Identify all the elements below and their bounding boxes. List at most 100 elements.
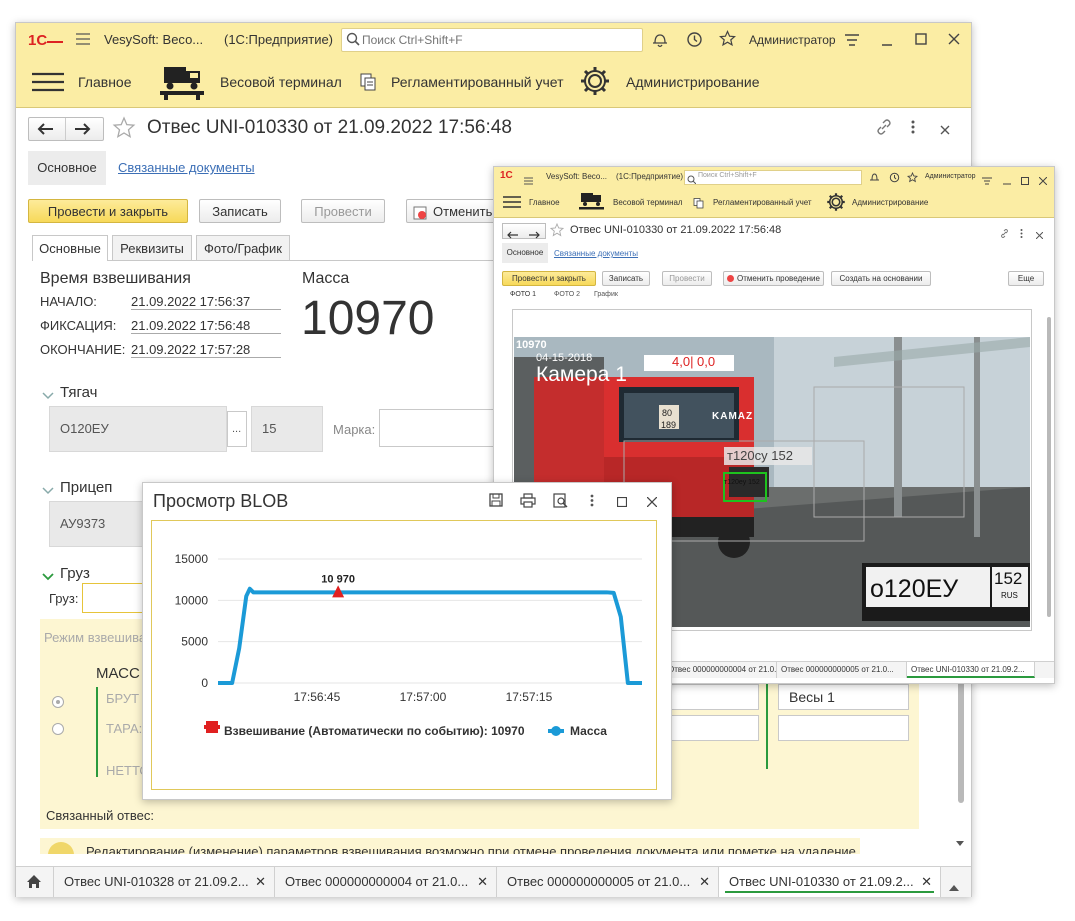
tab-photo-chart[interactable]: Фото/График [196,235,290,261]
minimize-icon[interactable] [1003,173,1011,188]
tractor-plate-field[interactable]: О120ЕУ [49,406,227,452]
trailer-chevron-icon[interactable] [42,483,54,498]
section-weighing-terminal[interactable]: Весовой терминал [156,63,356,101]
link-icon[interactable] [876,119,892,138]
trailer-plate-field[interactable]: АУ9373 [49,501,144,547]
section-administration[interactable]: Администрирование [852,198,928,207]
post-button[interactable]: Провести [662,271,712,286]
tractor-chevron-icon[interactable] [42,388,54,403]
tab-photo-2[interactable]: ФОТО 2 [554,291,580,298]
scroll-down-icon[interactable] [956,835,964,850]
search-input[interactable] [342,29,642,51]
minimize-icon[interactable] [881,33,893,50]
forward-arrow-icon[interactable] [529,227,540,242]
cancel-posting-button[interactable]: Отменить [406,199,506,223]
more-actions-icon[interactable] [590,494,594,510]
favorite-star-icon[interactable] [549,222,565,240]
cancel-posting-button[interactable]: Отменить проведение [723,271,824,286]
close-document-icon[interactable] [940,123,950,138]
mode-value-field-1[interactable] [666,684,759,710]
brand-field[interactable] [379,409,499,447]
tab-basic[interactable]: Основные [32,235,108,261]
hamburger-icon[interactable] [76,33,90,48]
close-tab-icon[interactable]: ✕ [699,867,710,897]
section-administration[interactable]: Администрирование [579,63,779,101]
subnav-related-docs[interactable]: Связанные документы [118,160,255,175]
bell-icon[interactable] [870,171,879,186]
post-and-close-button[interactable]: Провести и закрыть [28,199,188,223]
logo-1c[interactable]: 1С [28,30,64,51]
close-icon[interactable] [646,495,658,510]
maximize-icon[interactable] [1021,173,1029,188]
global-search[interactable]: Поиск Ctrl+Shift+F [684,170,862,185]
tab-requisites[interactable]: Реквизиты [112,235,192,261]
tractor-region-field[interactable]: 15 [251,406,323,452]
global-search[interactable] [341,28,643,52]
window-tab[interactable]: Отвес 000000000005 от 21.0... ✕ [497,867,719,897]
tractor-select-button[interactable]: ... [227,411,247,447]
close-icon[interactable] [1038,173,1048,188]
more-actions-icon[interactable] [1020,226,1023,241]
tare-radio[interactable] [52,723,64,735]
scales-field[interactable]: Весы 1 [778,684,909,710]
star-icon[interactable] [906,171,919,186]
window-tab-active[interactable]: Отвес UNI-010330 от 21.09.2... [907,662,1035,678]
section-main[interactable]: Главное [32,68,152,96]
history-icon[interactable] [686,31,703,51]
cargo-chevron-icon[interactable] [42,569,54,584]
subnav-related-docs[interactable]: Связанные документы [554,249,638,258]
save-button[interactable]: Записать [199,199,281,223]
trailer-title[interactable]: Прицеп [60,479,112,496]
user-name[interactable]: Администратор [925,173,976,180]
subnav-basic[interactable]: Основное [502,243,548,263]
save-button[interactable]: Записать [602,271,650,286]
save-icon[interactable] [489,493,503,510]
window-tab[interactable]: Отвес 000000000005 от 21.0... [777,662,907,678]
window-tab[interactable]: Отвес 000000000004 от 21.0... [664,662,777,678]
bell-icon[interactable] [652,31,668,51]
scrollbar-thumb[interactable] [1047,317,1051,617]
star-icon[interactable] [718,30,737,50]
tractor-title[interactable]: Тягач [60,384,97,401]
section-regulated-accounting[interactable]: Регламентированный учет [359,68,569,96]
menu-icon[interactable] [503,196,521,211]
tabs-up-icon[interactable] [949,879,959,894]
back-arrow-icon[interactable] [507,227,518,242]
create-based-on-button[interactable]: Создать на основании [831,271,931,286]
close-document-icon[interactable] [1035,227,1044,242]
logo-1c[interactable]: 1С [500,170,513,181]
preview-icon[interactable] [553,493,568,511]
history-icon[interactable] [889,171,900,186]
maximize-icon[interactable] [616,495,628,510]
subnav-basic[interactable]: Основное [28,151,106,185]
cargo-title[interactable]: Груз [60,565,90,582]
hamburger-icon[interactable] [524,173,533,188]
mode-value-field-2[interactable] [666,715,759,741]
forward-arrow-icon[interactable] [74,122,92,139]
post-and-close-button[interactable]: Провести и закрыть [502,271,596,286]
settings-menu-icon[interactable] [844,33,860,50]
print-icon[interactable] [520,493,536,511]
home-icon[interactable] [26,874,42,892]
section-main[interactable]: Главное [529,198,560,207]
small-scrollbar[interactable] [1046,307,1052,627]
favorite-star-icon[interactable] [112,116,136,143]
more-actions-icon[interactable] [911,120,915,137]
close-tab-icon[interactable]: ✕ [255,867,266,897]
section-regulated-accounting[interactable]: Регламентированный учет [713,198,812,207]
back-arrow-icon[interactable] [36,122,54,139]
settings-menu-icon[interactable] [982,173,992,188]
window-tab[interactable]: Отвес 000000000004 от 21.0... ✕ [275,867,497,897]
more-button[interactable]: Еще [1008,271,1044,286]
post-button[interactable]: Провести [301,199,385,223]
tab-chart[interactable]: График [594,291,618,298]
scales-field-2[interactable] [778,715,909,741]
close-tab-icon[interactable]: ✕ [477,867,488,897]
gross-radio[interactable] [52,696,64,708]
maximize-icon[interactable] [915,33,927,48]
user-name[interactable]: Администратор [749,33,836,47]
link-icon[interactable] [1000,226,1009,241]
section-weighing-terminal[interactable]: Весовой терминал [613,198,683,207]
window-tab[interactable]: Отвес UNI-010328 от 21.09.2... ✕ [53,867,275,897]
close-icon[interactable] [948,33,960,48]
